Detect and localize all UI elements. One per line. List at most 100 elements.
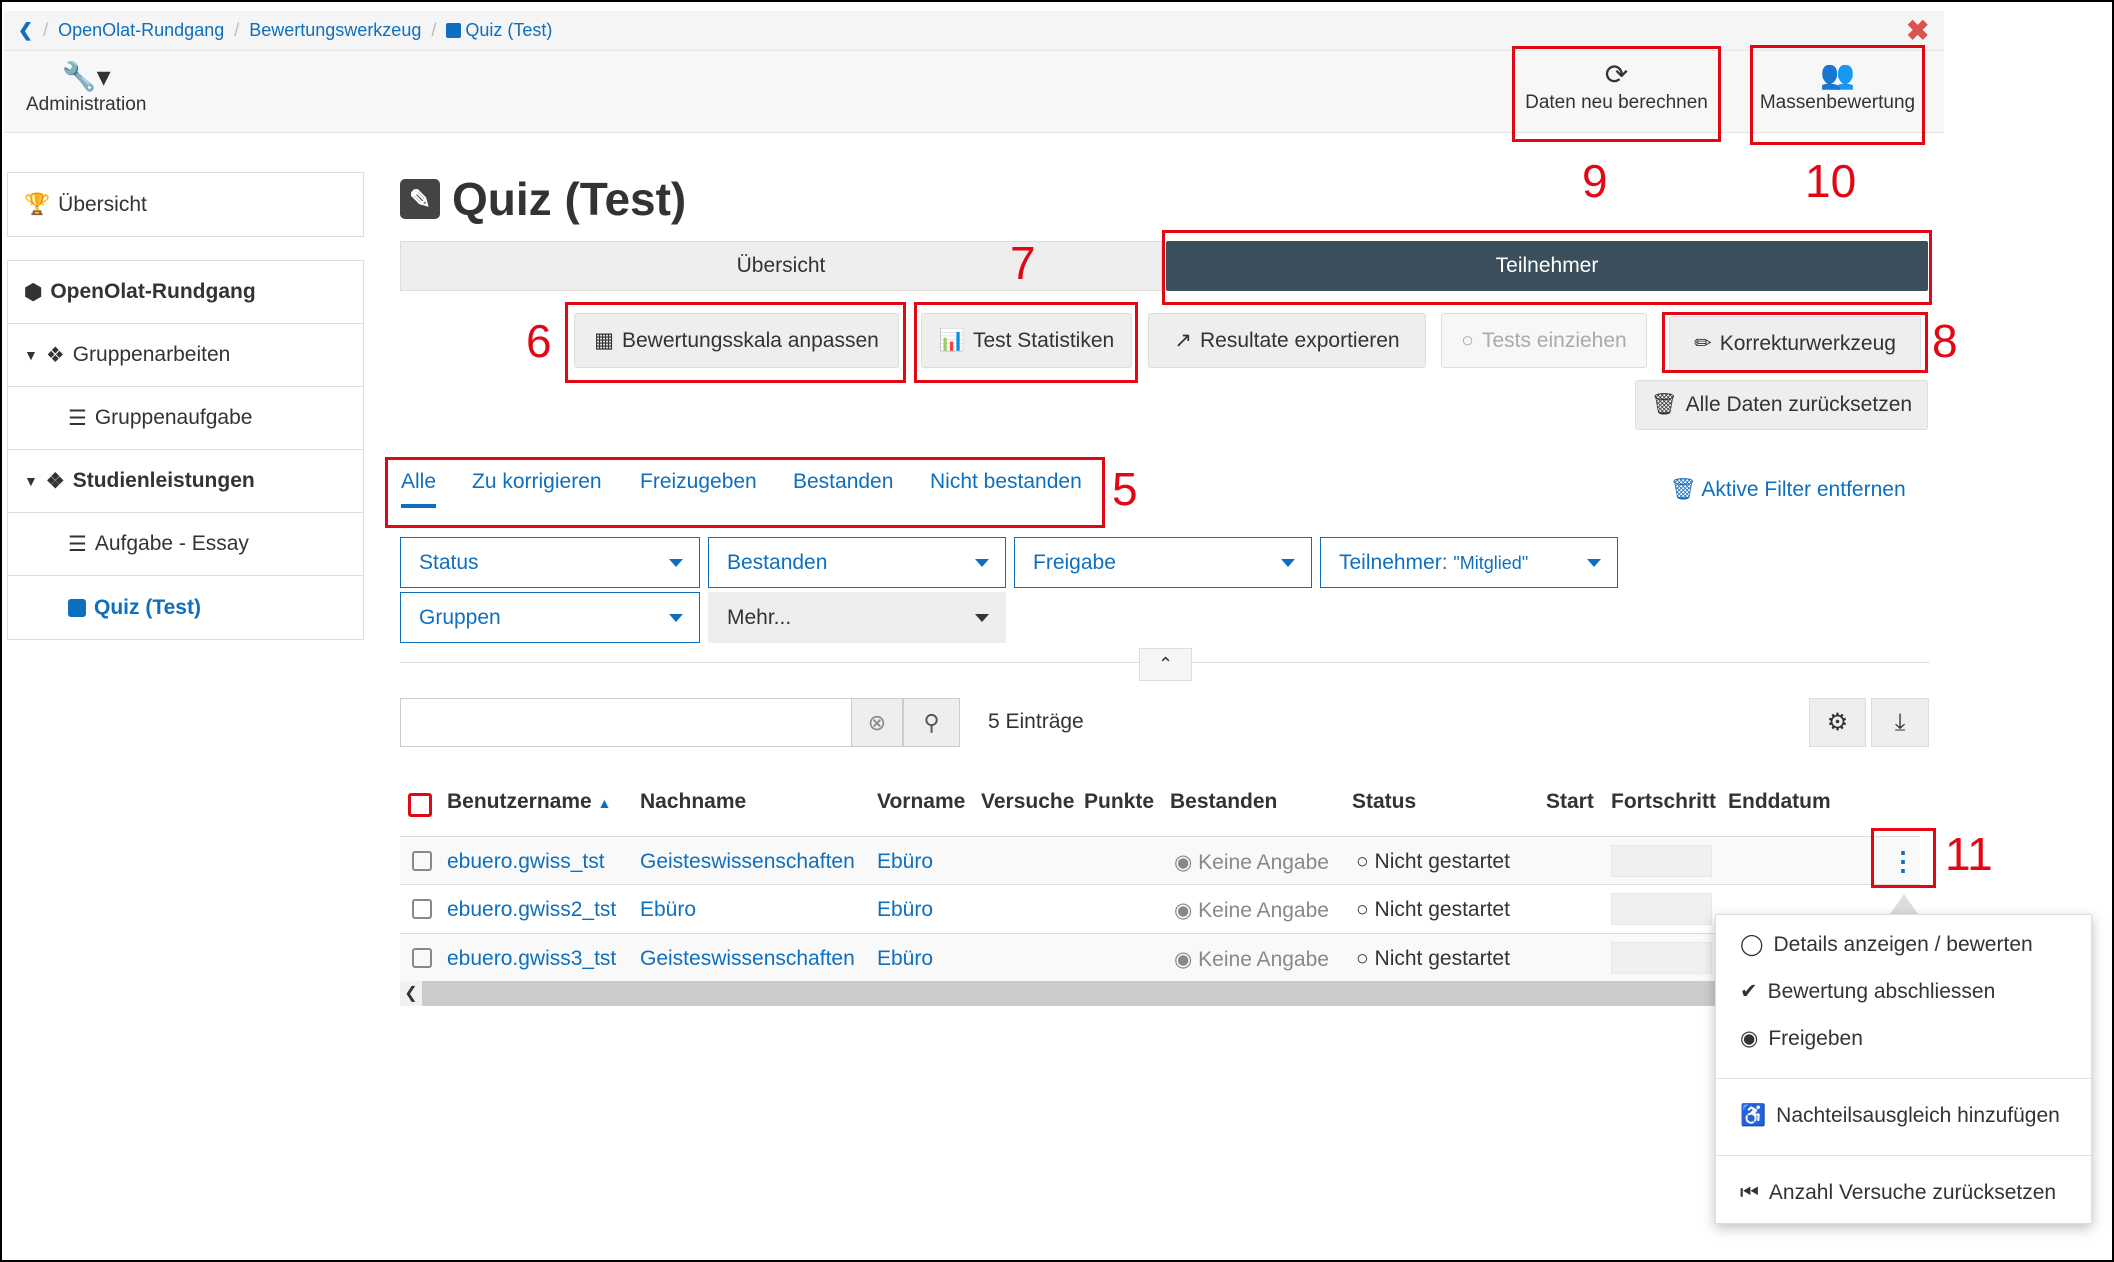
menu-item-reset-attempts[interactable]: ⏮ Anzahl Versuche zurücksetzen [1740,1181,2056,1205]
button-label: Tests einziehen [1481,328,1627,352]
accessibility-icon: ♿ [1740,1104,1767,1127]
header-lastname[interactable]: Nachname [640,790,746,814]
lastname-link[interactable]: Ebüro [640,898,696,922]
passed-filter[interactable]: Bestanden [708,537,1006,588]
header-start[interactable]: Start [1546,790,1594,814]
trash-icon: 🗑 [1650,393,1678,416]
menu-item-finalize[interactable]: ✔ Bewertung abschliessen [1740,979,1995,1004]
sidebar-item-group-task[interactable]: ☰ Gruppenaufgabe [8,387,363,450]
header-progress[interactable]: Fortschritt [1611,790,1716,814]
status-filter[interactable]: Status [400,537,700,588]
caret-down-icon[interactable]: ▼ [24,473,38,489]
sidebar-item-study[interactable]: ▼ ❖ Studienleistungen [8,450,363,513]
close-icon[interactable]: ✖ [1906,14,1929,47]
sidebar-item-label: Aufgabe - Essay [94,532,249,555]
collapse-filters-button[interactable]: ⌃ [1139,648,1192,681]
edit-icon: ✎ [400,179,440,219]
sort-asc-icon: ▲ [597,795,612,811]
breadcrumb-item[interactable]: Quiz (Test) [465,20,552,41]
table-row: ebuero.gwiss_tst Geisteswissenschaften E… [400,836,1920,885]
button-label: Resultate exportieren [1199,328,1400,352]
breadcrumb: ❮ / OpenOlat-Rundgang / Bewertungswerkzeug… [4,11,1944,51]
scroll-left-icon[interactable]: ❮ [400,981,422,1006]
groups-filter[interactable]: Gruppen [400,592,700,643]
breadcrumb-item[interactable]: OpenOlat-Rundgang [58,20,224,41]
menu-item-label: Details anzeigen / bewerten [1773,932,2033,956]
cube-icon: ⬢ [24,280,43,304]
menu-item-details[interactable]: ◯ Details anzeigen / bewerten [1740,932,2033,957]
trash-icon: 🗑 [1670,478,1697,501]
dot-circle-icon: ◉ [1174,899,1193,922]
collect-tests-button[interactable]: ○ Tests einziehen [1441,313,1647,368]
username-link[interactable]: ebuero.gwiss2_tst [447,898,616,922]
cubes-icon: ❖ [45,469,65,493]
username-link[interactable]: ebuero.gwiss3_tst [447,947,616,971]
participant-filter[interactable]: Teilnehmer: "Mitglied" [1320,537,1618,588]
passed-value: Keine Angabe [1198,851,1329,874]
firstname-link[interactable]: Ebüro [877,947,933,971]
sidebar-item-label: Studienleistungen [72,469,255,492]
menu-divider [1716,1155,2091,1156]
header-status[interactable]: Status [1352,790,1416,814]
header-username[interactable]: Benutzername ▲ [447,790,611,814]
remove-filters-link[interactable]: 🗑 Aktive Filter entfernen [1670,478,1906,502]
username-link[interactable]: ebuero.gwiss_tst [447,850,605,874]
sidebar-item-overview[interactable]: 🏆 Übersicht [8,173,363,236]
sidebar-item-essay[interactable]: ☰ Aufgabe - Essay [8,513,363,576]
annotation-box-7 [914,302,1138,383]
export-results-button[interactable]: ↗ Resultate exportieren [1148,313,1426,368]
participant-filter-label: Teilnehmer: [1339,550,1448,574]
row-actions-menu: ◯ Details anzeigen / bewerten ✔ Bewertung … [1715,914,2092,1224]
page-title: ✎ Quiz (Test) [400,172,686,226]
header-enddate[interactable]: Enddatum [1728,790,1831,814]
more-filters[interactable]: Mehr... [708,592,1006,643]
sidebar-item-label: Gruppenaufgabe [94,406,253,429]
breadcrumb-item[interactable]: Bewertungswerkzeug [249,20,421,41]
header-points[interactable]: Punkte [1084,790,1154,814]
sidebar-item-course[interactable]: ⬢ OpenOlat-Rundgang [8,261,363,324]
download-button[interactable]: ⤓ [1871,698,1929,747]
caret-down-icon[interactable]: ▼ [24,347,38,363]
release-filter[interactable]: Freigabe [1014,537,1312,588]
table-row: ebuero.gwiss3_tst Geisteswissenschaften … [400,933,1920,982]
header-passed[interactable]: Bestanden [1170,790,1277,814]
participant-filter-value: "Mitglied" [1453,552,1529,573]
search-button[interactable]: ⚲ [903,698,960,747]
sidebar-item-quiz[interactable]: Quiz (Test) [8,576,363,639]
select-all-checkbox[interactable] [408,793,432,817]
reset-data-button[interactable]: 🗑 Alle Daten zurücksetzen [1635,380,1928,430]
lastname-link[interactable]: Geisteswissenschaften [640,947,855,971]
chevron-up-icon: ⌃ [1157,654,1174,674]
progress-bar [1611,942,1712,974]
clear-search-button[interactable]: ⊗ [851,698,903,747]
caret-down-icon [1281,558,1295,567]
header-label: Benutzername [447,790,592,813]
sidebar-item-group-work[interactable]: ▼ ❖ Gruppenarbeiten [8,324,363,387]
lightbulb-icon: ◯ [1740,933,1764,956]
menu-item-release[interactable]: ◉ Freigeben [1740,1026,1863,1051]
annotation-number: 6 [526,315,552,367]
horizontal-scrollbar[interactable]: ❮ [400,981,1920,1006]
status-value: Nicht gestartet [1374,850,1510,873]
header-attempts[interactable]: Versuche [981,790,1074,814]
administration-button[interactable]: 🔧▾ Administration [26,60,146,116]
row-checkbox[interactable] [412,948,432,968]
header-firstname[interactable]: Vorname [877,790,965,814]
row-checkbox[interactable] [412,899,432,919]
search-input[interactable] [400,698,852,747]
button-label: Alle Daten zurücksetzen [1685,393,1913,416]
back-icon[interactable]: ❮ [18,20,33,41]
lastname-link[interactable]: Geisteswissenschaften [640,850,855,874]
filter-label: Mehr... [727,605,792,629]
firstname-link[interactable]: Ebüro [877,850,933,874]
firstname-link[interactable]: Ebüro [877,898,933,922]
eye-icon: ◉ [1740,1027,1759,1050]
table-row: ebuero.gwiss2_tst Ebüro Ebüro ◉ Keine An… [400,884,1920,933]
table-settings-button[interactable]: ⚙ [1809,698,1866,747]
filter-label: Status [419,550,479,574]
remove-filters-label: Aktive Filter entfernen [1701,478,1906,501]
tab-overview[interactable]: Übersicht [400,241,1162,291]
menu-item-compensation[interactable]: ♿ Nachteilsausgleich hinzufügen [1740,1104,2060,1128]
row-checkbox[interactable] [412,851,432,871]
status-value: Nicht gestartet [1374,898,1510,921]
